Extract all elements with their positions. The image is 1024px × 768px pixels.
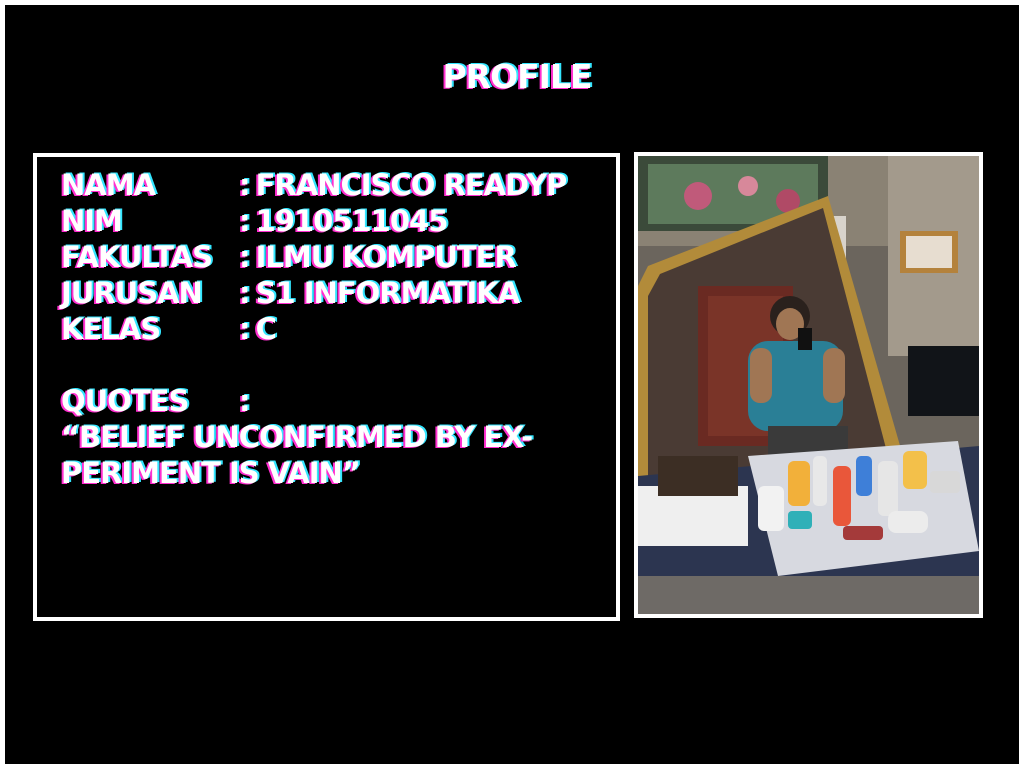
info-colon: : [239,168,251,202]
quotes-section: QUOTES : “BELIEF UNCONFIRMED BY EX-PERIM… [61,383,581,491]
slide: PROFILE NAMA : FRANCISCO READYP NIM : 19… [5,5,1019,764]
page: PROFILE NAMA : FRANCISCO READYP NIM : 19… [0,0,1024,768]
info-value: C [255,312,277,346]
info-colon: : [239,276,251,310]
profile-photo [638,156,979,614]
info-row-nama: NAMA : FRANCISCO READYP [61,167,568,203]
info-value: ILMU KOMPUTER [255,240,517,274]
info-colon: : [239,240,251,274]
info-label: NIM [61,204,123,238]
profile-info-rows: NAMA : FRANCISCO READYP NIM : 1910511045… [61,167,568,347]
info-row-jurusan: JURUSAN : S1 INFORMATIKA [61,275,566,311]
info-colon: : [239,312,251,346]
info-row-fakultas: FAKULTAS : ILMU KOMPUTER [61,239,566,275]
info-label: KELAS [61,312,161,346]
profile-photo-frame [634,152,983,618]
info-label: NAMA [61,168,156,202]
profile-info-box: NAMA : FRANCISCO READYP NIM : 1910511045… [33,153,620,621]
info-label: JURUSAN [61,276,203,310]
info-row-kelas: KELAS : C [61,311,566,347]
info-value: 1910511045 [255,204,449,238]
info-colon: : [239,384,251,418]
info-value: FRANCISCO READYP [255,168,568,202]
info-label: FAKULTAS [61,240,213,274]
info-row-nim: NIM : 1910511045 [61,203,566,239]
quotes-label-row: QUOTES : [61,383,581,419]
info-value: S1 INFORMATIKA [255,276,521,310]
quote-text: “BELIEF UNCONFIRMED BY EX-PERIMENT IS VA… [61,420,533,490]
page-title: PROFILE [442,57,592,96]
quotes-label: QUOTES [61,384,189,418]
info-colon: : [239,204,251,238]
